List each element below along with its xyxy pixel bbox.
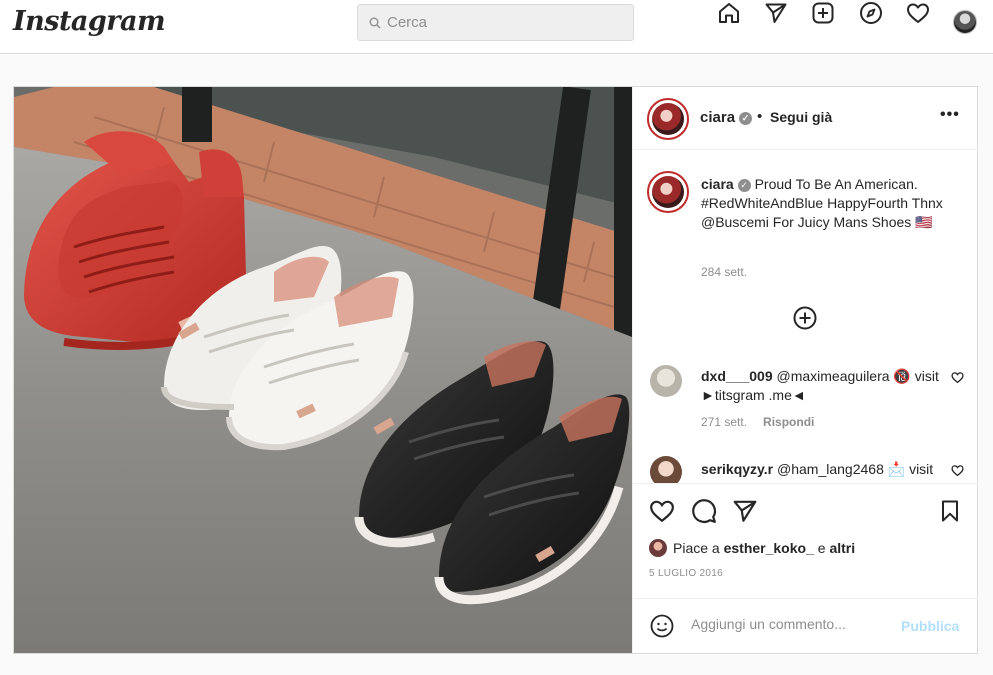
comment-like-heart-icon[interactable]: [951, 371, 964, 384]
load-more-comments-icon[interactable]: [793, 306, 817, 335]
comment-meta: 271 sett. Rispondi: [701, 415, 814, 429]
liker-username[interactable]: esther_koko_: [724, 540, 814, 556]
post-actions: Piace a esther_koko_ e altri 5 LUGLIO 20…: [633, 483, 978, 598]
activity-heart-icon[interactable]: [905, 0, 931, 26]
more-options-icon[interactable]: •••: [940, 106, 960, 124]
comment-like-heart-icon[interactable]: [951, 464, 964, 477]
search-icon: [369, 17, 381, 28]
comments-section[interactable]: ciara ✓ Proud To Be An American. #RedWhit…: [633, 151, 978, 483]
comment-username[interactable]: serikqyzy.r: [701, 461, 773, 477]
instagram-logo[interactable]: Instagram: [13, 6, 166, 37]
comment-bubble-icon[interactable]: [691, 498, 717, 529]
caption-time[interactable]: 284 sett.: [701, 265, 747, 279]
add-comment-bar: Pubblica: [633, 598, 978, 653]
likes-others-link[interactable]: altri: [829, 540, 855, 556]
comment-username[interactable]: dxd___009: [701, 368, 773, 384]
comment-item: serikqyzy.r @ham_lang2468 📩 visit ►titsg…: [701, 460, 941, 483]
liker-avatar[interactable]: [649, 539, 667, 557]
comment-time[interactable]: 271 sett.: [701, 415, 747, 429]
likes-summary: Piace a esther_koko_ e altri: [649, 539, 855, 557]
post-header: ciara ✓ • Segui già •••: [633, 87, 978, 150]
emoji-icon[interactable]: [650, 614, 674, 638]
profile-avatar[interactable]: [953, 10, 977, 34]
reply-button[interactable]: Rispondi: [763, 415, 814, 429]
home-icon[interactable]: [716, 0, 742, 26]
following-button[interactable]: Segui già: [770, 109, 832, 125]
share-icon[interactable]: [732, 498, 758, 529]
separator-dot: •: [757, 108, 763, 125]
comment-item: dxd___009 @maximeaguilera 🔞 visit ►titsg…: [701, 367, 941, 405]
caption-author-avatar[interactable]: [647, 171, 689, 213]
direct-message-icon[interactable]: [763, 0, 789, 26]
add-comment-input[interactable]: [691, 616, 891, 632]
search-input[interactable]: [387, 14, 617, 31]
post-date[interactable]: 5 LUGLIO 2016: [649, 568, 723, 579]
search-box[interactable]: [357, 4, 634, 41]
post-sidebar: ciara ✓ • Segui già ••• ciara ✓ Proud To B…: [632, 87, 978, 653]
comment-avatar[interactable]: [650, 365, 682, 397]
comment-avatar[interactable]: [650, 456, 682, 483]
new-post-icon[interactable]: [810, 0, 836, 26]
post-image[interactable]: [14, 87, 632, 653]
verified-badge-icon: ✓: [739, 112, 753, 125]
save-bookmark-icon[interactable]: [938, 498, 962, 529]
author-avatar[interactable]: [647, 98, 689, 140]
publish-button[interactable]: Pubblica: [901, 618, 959, 634]
author-username[interactable]: ciara ✓: [700, 109, 753, 126]
caption: ciara ✓ Proud To Be An American. #RedWhit…: [701, 175, 966, 232]
post-dialog: ciara ✓ • Segui già ••• ciara ✓ Proud To B…: [13, 86, 978, 654]
explore-icon[interactable]: [858, 0, 884, 26]
top-navigation-bar: Instagram: [0, 0, 993, 54]
verified-badge-icon: ✓: [737, 179, 751, 192]
like-heart-icon[interactable]: [649, 498, 675, 529]
caption-username[interactable]: ciara: [701, 176, 734, 192]
